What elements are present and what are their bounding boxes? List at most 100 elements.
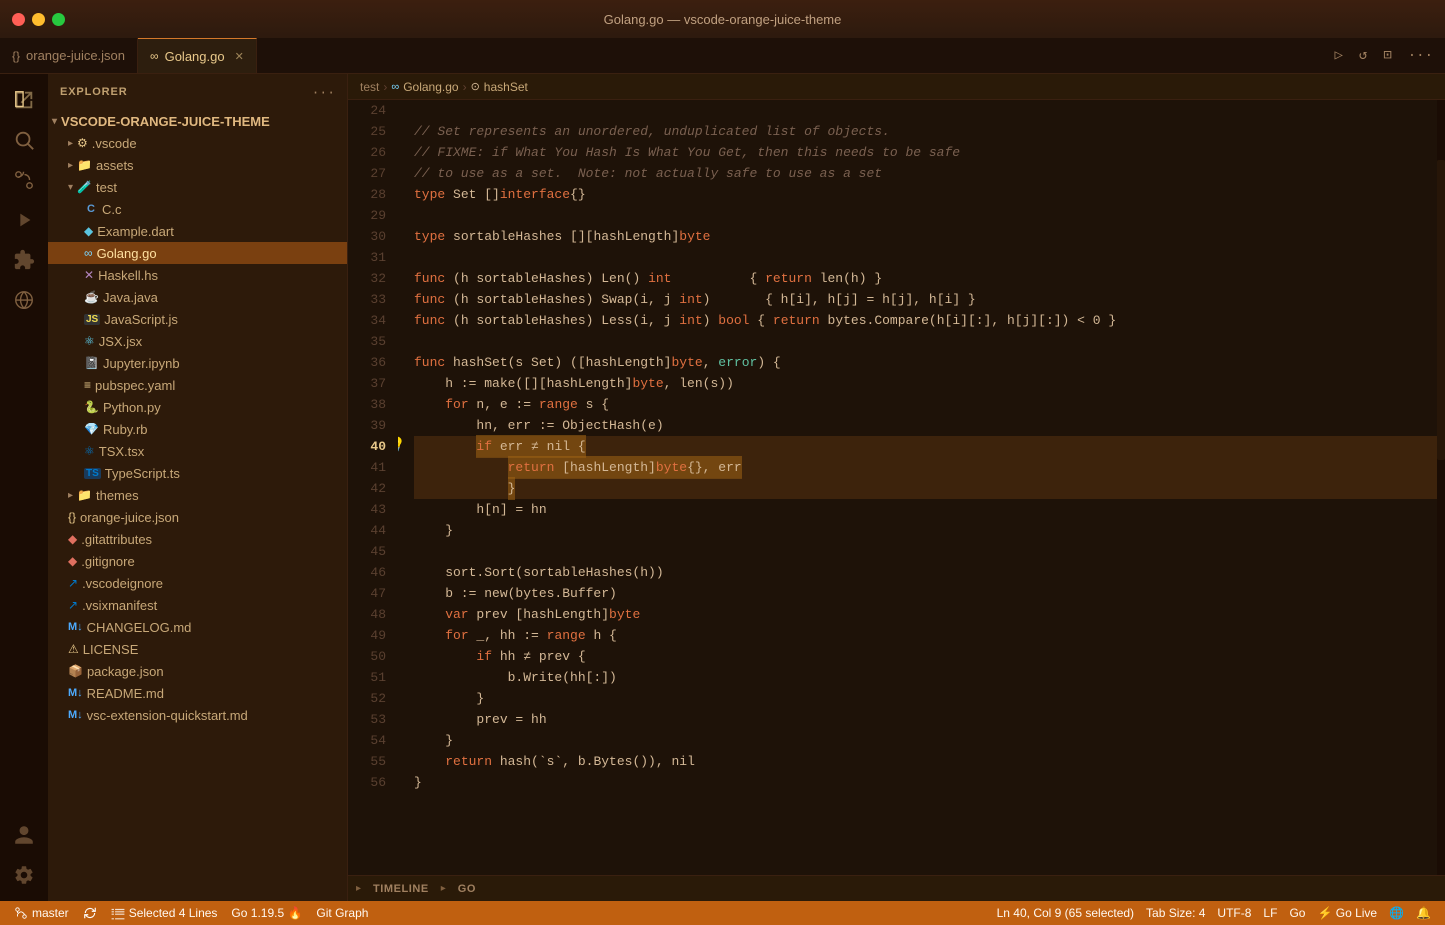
activity-settings[interactable] <box>6 857 42 893</box>
sidebar-item-root[interactable]: ▾ VSCODE-ORANGE-JUICE-THEME <box>48 110 347 132</box>
tab-golang-go[interactable]: ∞ Golang.go ✕ <box>138 38 257 73</box>
activity-run-debug[interactable] <box>6 202 42 238</box>
tab-orange-juice-json[interactable]: {} orange-juice.json <box>0 38 138 73</box>
code-line-54: } <box>414 730 1437 751</box>
status-selection-text: Selected 4 Lines <box>129 906 218 920</box>
status-cursor[interactable]: Ln 40, Col 9 (65 selected) <box>991 906 1140 920</box>
breadcrumb-sep-1: › <box>383 80 387 94</box>
haskell-file-icon: ✕ <box>84 268 94 282</box>
panel-timeline[interactable]: TIMELINE <box>365 881 437 897</box>
code-line-43: h[n] = hn <box>414 499 1437 520</box>
more-actions-icon[interactable]: ··· <box>1404 46 1437 66</box>
status-branch[interactable]: master <box>8 901 75 925</box>
activity-extensions[interactable] <box>6 242 42 278</box>
jsx-file-icon: ⚛ <box>84 334 95 348</box>
sidebar-item-themes[interactable]: ▸ 📁 themes <box>48 484 347 506</box>
code-line-39: hn, err := ObjectHash(e) <box>414 415 1437 436</box>
sidebar-item-dart[interactable]: ◆ Example.dart <box>48 220 347 242</box>
status-globe[interactable]: 🌐 <box>1383 906 1410 920</box>
sidebar-item-javascript[interactable]: JS JavaScript.js <box>48 308 347 330</box>
minimap[interactable] <box>1437 100 1445 875</box>
sidebar-item-gitattributes[interactable]: ◆ .gitattributes <box>48 528 347 550</box>
sidebar-item-test[interactable]: ▾ 🧪 test <box>48 176 347 198</box>
sidebar-item-vsixmanifest[interactable]: ↗ .vsixmanifest <box>48 594 347 616</box>
sidebar-item-vscode[interactable]: ▸ ⚙ .vscode <box>48 132 347 154</box>
code-line-33: func (h sortableHashes) Swap(i, j int) {… <box>414 289 1437 310</box>
close-button[interactable] <box>12 13 25 26</box>
status-notifications[interactable]: 🔔 <box>1410 906 1437 920</box>
code-line-37: h := make([][hashLength]byte, len(s)) <box>414 373 1437 394</box>
editor[interactable]: 24 25 26 27 28 29 30 31 32 33 34 35 36 3… <box>348 100 1445 875</box>
activity-source-control[interactable] <box>6 162 42 198</box>
code-line-51: b.Write(hh[:]) <box>414 667 1437 688</box>
activity-account[interactable] <box>6 817 42 853</box>
minimize-button[interactable] <box>32 13 45 26</box>
panel-expand-icon-2[interactable]: ▸ <box>441 883 446 894</box>
bell-icon: 🔔 <box>1416 906 1431 920</box>
status-tab-size[interactable]: Tab Size: 4 <box>1140 906 1211 920</box>
code-line-48: var prev [hashLength]byte <box>414 604 1437 625</box>
sidebar-more-actions[interactable]: ··· <box>312 85 335 100</box>
activity-remote[interactable] <box>6 282 42 318</box>
sidebar-item-jupyter[interactable]: 📓 Jupyter.ipynb <box>48 352 347 374</box>
lightbulb-icon[interactable]: 💡 <box>398 436 405 457</box>
status-right: Ln 40, Col 9 (65 selected) Tab Size: 4 U… <box>991 906 1437 920</box>
sidebar-item-python[interactable]: 🐍 Python.py <box>48 396 347 418</box>
root-folder-label: VSCODE-ORANGE-JUICE-THEME <box>61 114 270 129</box>
layout-icon[interactable]: ⊡ <box>1379 45 1395 66</box>
content-area: EXPLORER ··· ▾ VSCODE-ORANGE-JUICE-THEME… <box>0 74 1445 901</box>
sidebar-item-gitignore[interactable]: ◆ .gitignore <box>48 550 347 572</box>
sidebar-item-license[interactable]: ⚠ LICENSE <box>48 638 347 660</box>
panel-expand-icon[interactable]: ▸ <box>356 883 361 894</box>
activity-search[interactable] <box>6 122 42 158</box>
code-line-32: func (h sortableHashes) Len() int { retu… <box>414 268 1437 289</box>
sidebar-item-label: Java.java <box>103 290 158 305</box>
status-go-version[interactable]: Go 1.19.5 🔥 <box>225 901 308 925</box>
status-line-ending[interactable]: LF <box>1257 906 1283 920</box>
sidebar-item-changelog[interactable]: M↓ CHANGELOG.md <box>48 616 347 638</box>
sidebar-item-jsx[interactable]: ⚛ JSX.jsx <box>48 330 347 352</box>
status-sync[interactable] <box>77 901 103 925</box>
code-editor[interactable]: // Set represents an unordered, unduplic… <box>398 100 1437 875</box>
run-icon[interactable]: ▷ <box>1330 45 1346 66</box>
sidebar-item-label: README.md <box>87 686 164 701</box>
split-editor-icon[interactable]: ↺ <box>1355 45 1371 66</box>
status-git-graph[interactable]: Git Graph <box>310 901 374 925</box>
sidebar-item-label: themes <box>96 488 139 503</box>
sidebar-item-package-json[interactable]: 📦 package.json <box>48 660 347 682</box>
breadcrumb: test › ∞ Golang.go › ⊙ hashSet <box>348 74 1445 100</box>
sidebar-item-quickstart[interactable]: M↓ vsc-extension-quickstart.md <box>48 704 347 726</box>
activity-explorer[interactable] <box>6 82 42 118</box>
sidebar-header: EXPLORER ··· <box>48 74 347 110</box>
status-go-live[interactable]: ⚡ Go Live <box>1311 906 1383 920</box>
panel-go[interactable]: GO <box>450 881 484 897</box>
go-icon-small: ∞ <box>391 81 399 93</box>
maximize-button[interactable] <box>52 13 65 26</box>
activity-bottom <box>6 817 42 901</box>
status-language[interactable]: Go <box>1283 906 1311 920</box>
sidebar-item-assets[interactable]: ▸ 📁 assets <box>48 154 347 176</box>
sidebar-item-java[interactable]: ☕ Java.java <box>48 286 347 308</box>
package-json-icon: 📦 <box>68 664 83 678</box>
themes-folder-icon: 📁 <box>77 488 92 502</box>
sidebar-item-golang[interactable]: ∞ Golang.go <box>48 242 347 264</box>
status-encoding[interactable]: UTF-8 <box>1211 906 1257 920</box>
sidebar-item-pubspec[interactable]: ≡ pubspec.yaml <box>48 374 347 396</box>
tab-label-json: orange-juice.json <box>26 48 125 63</box>
go-file-icon: ∞ <box>84 246 93 260</box>
code-line-47: b := new(bytes.Buffer) <box>414 583 1437 604</box>
status-bar: master Selected 4 Lines Go 1.19.5 🔥 Git … <box>0 901 1445 925</box>
sidebar-item-tsx[interactable]: ⚛ TSX.tsx <box>48 440 347 462</box>
sidebar-item-readme[interactable]: M↓ README.md <box>48 682 347 704</box>
tab-close-go[interactable]: ✕ <box>235 50 244 63</box>
gitignore-icon: ◆ <box>68 554 77 568</box>
sidebar-item-orange-juice-json[interactable]: {} orange-juice.json <box>48 506 347 528</box>
status-selection[interactable]: Selected 4 Lines <box>105 901 224 925</box>
sidebar-item-label: .gitattributes <box>81 532 152 547</box>
sidebar-item-typescript[interactable]: TS TypeScript.ts <box>48 462 347 484</box>
sidebar-item-ruby[interactable]: 💎 Ruby.rb <box>48 418 347 440</box>
sidebar-item-c[interactable]: C C.c <box>48 198 347 220</box>
code-line-38: for n, e := range s { <box>414 394 1437 415</box>
sidebar-item-haskell[interactable]: ✕ Haskell.hs <box>48 264 347 286</box>
sidebar-item-vscodeignore[interactable]: ↗ .vscodeignore <box>48 572 347 594</box>
